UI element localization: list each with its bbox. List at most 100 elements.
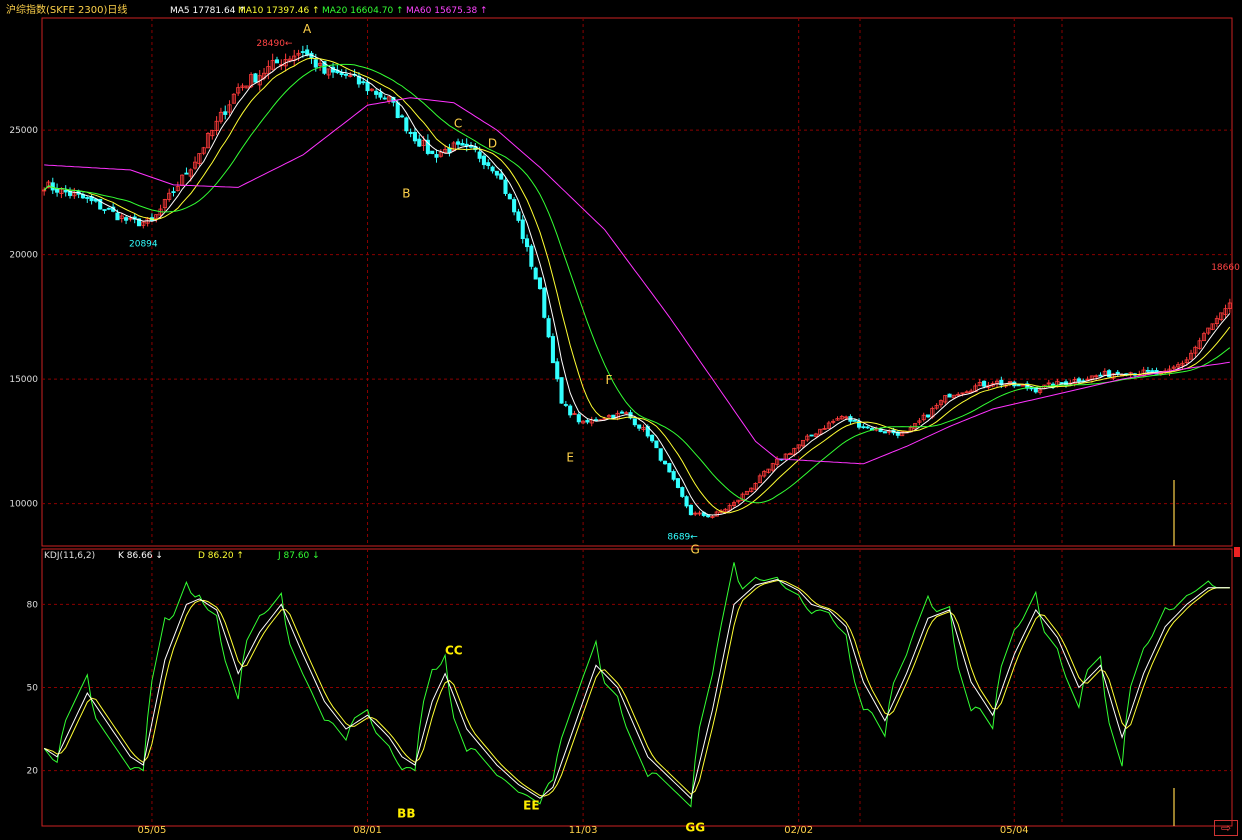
candle-body	[619, 411, 624, 414]
kdj-tick-label: 80	[27, 600, 39, 610]
candle-body	[1059, 382, 1064, 384]
price-tick-label: 10000	[9, 500, 38, 510]
kdj-k-line	[43, 578, 1230, 800]
candle-body	[546, 318, 551, 338]
candle-body	[365, 81, 370, 92]
candles	[42, 45, 1232, 826]
candle-body	[1107, 370, 1112, 378]
candle-body	[658, 448, 663, 461]
candle-body	[408, 131, 413, 135]
ma10-line	[43, 57, 1231, 514]
wave-annotation-f: F	[606, 373, 613, 387]
wave-annotation-a: A	[303, 22, 312, 36]
candle-body	[516, 211, 521, 221]
candle-body	[537, 277, 543, 290]
ma-legend-ma10: MA10 17397.46 ↑	[238, 6, 320, 16]
chart-title: 沪综指数(SKFE 2300)日线	[6, 3, 127, 16]
candle-body	[563, 404, 568, 406]
candle-body	[300, 51, 305, 53]
candle-body	[305, 49, 310, 55]
x-tick-label: 05/04	[1000, 825, 1029, 836]
kdj-legend-k: K 86.66 ↓	[118, 551, 163, 561]
candle-body	[399, 115, 405, 118]
candle-body	[343, 73, 349, 76]
candle-body	[809, 434, 814, 437]
ma60-line	[44, 97, 1230, 465]
candle-body	[675, 478, 680, 488]
candle-body	[412, 131, 417, 142]
candle-body	[1115, 371, 1120, 375]
candle-body	[85, 197, 90, 199]
candle-body	[456, 141, 461, 145]
kdj-d-line	[44, 580, 1230, 797]
candle-body	[223, 111, 228, 115]
price-extreme-label: 20894	[129, 239, 158, 249]
candle-body	[542, 287, 547, 318]
candle-body	[925, 414, 931, 418]
candle-body	[550, 336, 555, 364]
candle-body	[507, 193, 512, 200]
candle-body	[852, 419, 857, 422]
candle-body	[688, 504, 693, 516]
candle-body	[50, 182, 55, 191]
candle-body	[477, 151, 482, 159]
candle-body	[481, 155, 486, 166]
price-grid: 10000 15000 20000 25000	[9, 17, 1233, 547]
scroll-right-arrow-icon[interactable]: ⇨	[1214, 820, 1238, 836]
candle-body	[533, 267, 538, 280]
candle-body	[460, 142, 465, 146]
candle-body	[525, 238, 530, 248]
candle-body	[395, 102, 400, 119]
candle-body	[486, 162, 491, 167]
kdj-annotation-ee: EE	[523, 798, 539, 812]
chart-canvas: 10000 15000 20000 25000 20 50 80 05/05 08/01 11/…	[6, 3, 1240, 836]
kdj-tick-label: 20	[27, 767, 39, 777]
candle-body	[667, 463, 672, 473]
wave-annotation-c: C	[454, 117, 462, 131]
candle-body	[434, 154, 439, 158]
candle-body	[568, 405, 573, 416]
candle-body	[124, 217, 129, 221]
candle-body	[637, 424, 642, 429]
kdj-lines	[43, 562, 1230, 808]
candle-body	[274, 59, 280, 64]
price-extreme-label: 18660	[1211, 263, 1240, 273]
candle-body	[115, 212, 120, 221]
candle-body	[982, 380, 987, 387]
kdj-annotation-cc: CC	[445, 643, 463, 657]
candle-body	[512, 199, 517, 213]
x-tick-label: 05/05	[138, 825, 167, 836]
candle-body	[253, 73, 258, 83]
ma-lines	[43, 54, 1231, 516]
candle-body	[1145, 369, 1150, 372]
x-tick-label: 11/03	[569, 825, 598, 836]
candle-body	[378, 92, 383, 98]
price-frame	[41, 17, 1233, 547]
ma-legend-ma20: MA20 16604.70 ↑	[322, 6, 404, 16]
price-extreme-label: 8689←	[667, 532, 698, 542]
candle-body	[494, 170, 499, 176]
ma5-line	[43, 54, 1231, 516]
candle-body	[559, 377, 564, 404]
kdj-annotation-gg: GG	[685, 821, 705, 835]
price-extreme-label: 28490←	[256, 39, 293, 49]
candle-body	[650, 434, 655, 442]
candle-body	[1098, 374, 1103, 377]
candle-body	[55, 188, 60, 193]
candle-body	[63, 189, 68, 193]
wave-annotation-d: D	[488, 137, 497, 151]
kdj-legend-d: D 86.20 ↑	[198, 551, 244, 561]
candle-body	[576, 414, 581, 423]
candle-body	[947, 393, 952, 398]
candle-body	[499, 173, 504, 180]
price-tick-label: 15000	[9, 375, 38, 385]
price-tick-label: 20000	[9, 251, 38, 261]
candle-body	[865, 426, 870, 429]
candle-body	[684, 496, 689, 507]
candle-body	[529, 245, 534, 267]
candle-body	[632, 418, 637, 426]
candle-body	[490, 166, 495, 172]
candle-body	[503, 179, 508, 194]
kdj-title: KDJ(11,6,2)	[44, 551, 95, 561]
wave-annotation-g: G	[691, 542, 700, 556]
